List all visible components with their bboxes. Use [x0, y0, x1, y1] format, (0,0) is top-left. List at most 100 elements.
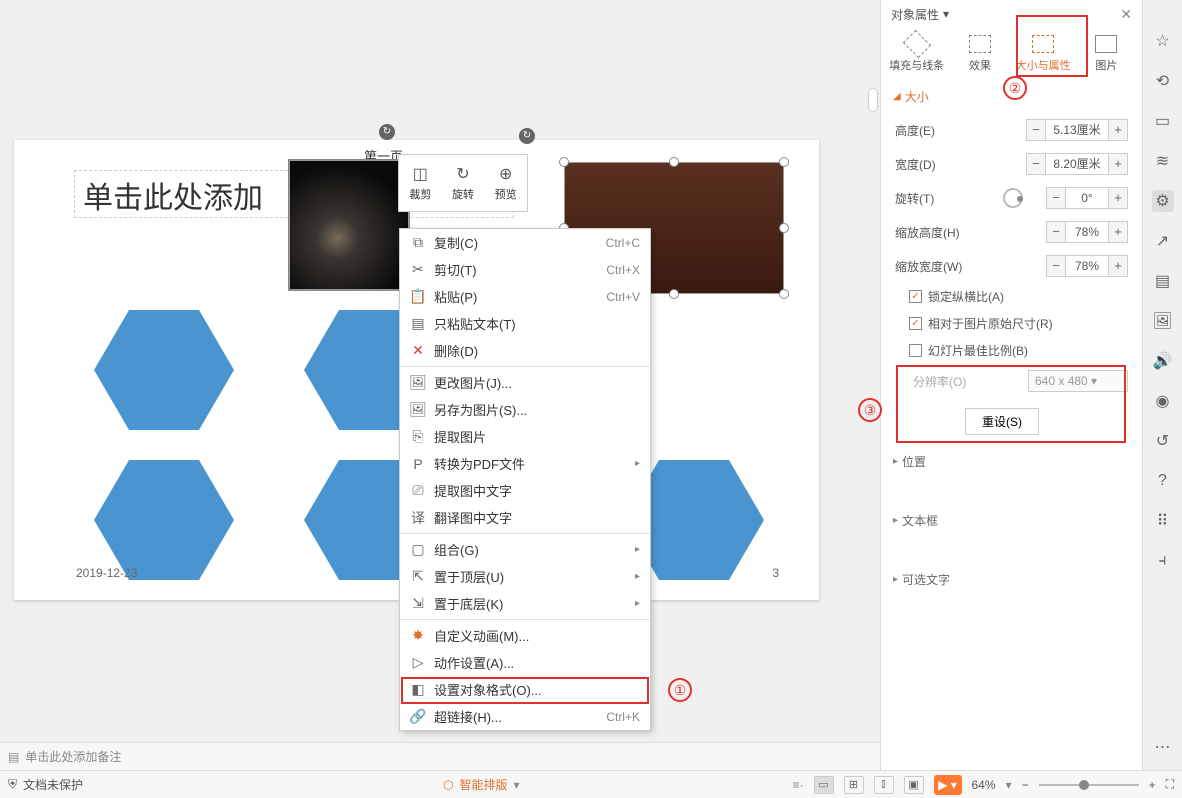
tab-picture[interactable]: 图片 — [1075, 35, 1137, 73]
height-value[interactable]: 5.13厘米 — [1046, 119, 1108, 141]
chart-icon[interactable]: ⫞ — [1152, 550, 1174, 572]
list-icon[interactable]: ≡· — [793, 778, 804, 792]
resize-handle[interactable] — [779, 157, 789, 167]
rotate-button[interactable]: ↻ 旋转 — [442, 155, 485, 211]
increase-button[interactable]: + — [1108, 255, 1128, 277]
ctx-save-as-picture[interactable]: 🖼另存为图片(S)... — [400, 396, 650, 423]
ctx-custom-animation[interactable]: ✸自定义动画(M)... — [400, 622, 650, 649]
annotation-1: ① — [668, 678, 692, 702]
preview-button[interactable]: ⊕ 预览 — [484, 155, 527, 211]
help-icon[interactable]: ? — [1152, 470, 1174, 492]
ctx-format-object[interactable]: ◧设置对象格式(O)... — [400, 676, 650, 703]
zoom-thumb[interactable] — [1079, 780, 1089, 790]
ctx-ocr[interactable]: ⎚提取图中文字 — [400, 477, 650, 504]
tab-size-properties[interactable]: 大小与属性 — [1012, 35, 1074, 73]
ctx-extract-picture[interactable]: ⎘提取图片 — [400, 423, 650, 450]
size-icon — [1032, 35, 1054, 53]
normal-view-button[interactable]: ▭ — [814, 776, 834, 794]
rotate-label: 旋转 — [452, 186, 474, 202]
increase-button[interactable]: + — [1108, 187, 1128, 209]
ctx-cut[interactable]: ✂剪切(T)Ctrl+X — [400, 256, 650, 283]
increase-button[interactable]: + — [1108, 119, 1128, 141]
submenu-arrow-icon: ▸ — [635, 571, 640, 582]
hexagon-shape[interactable] — [94, 310, 234, 430]
scale-h-value[interactable]: 78% — [1066, 221, 1108, 243]
resolution-select[interactable]: 640 x 480 ▾ — [1028, 370, 1128, 392]
select-icon[interactable]: ▭ — [1152, 110, 1174, 132]
width-value[interactable]: 8.20厘米 — [1046, 153, 1108, 175]
ctx-send-bottom[interactable]: ⇲置于底层(K)▸ — [400, 590, 650, 617]
ctx-action-settings[interactable]: ▷动作设置(A)... — [400, 649, 650, 676]
ctx-translate[interactable]: 译翻译图中文字 — [400, 504, 650, 531]
template-icon[interactable]: ▤ — [1152, 270, 1174, 292]
layers-icon[interactable]: ≋ — [1152, 150, 1174, 172]
decrease-button[interactable]: − — [1026, 119, 1046, 141]
more-icon[interactable]: ⋯ — [1152, 736, 1174, 758]
checkbox[interactable] — [909, 290, 922, 303]
export-icon[interactable]: ↗ — [1152, 230, 1174, 252]
image-icon[interactable]: 🖼 — [1152, 310, 1174, 332]
decrease-button[interactable]: − — [1046, 187, 1066, 209]
cloud-icon[interactable]: ⟲ — [1152, 70, 1174, 92]
ctx-paste-text[interactable]: ▤只粘贴文本(T) — [400, 310, 650, 337]
zoom-out-button[interactable]: − — [1022, 778, 1029, 792]
sorter-view-button[interactable]: ⊞ — [844, 776, 864, 794]
scale-w-value[interactable]: 78% — [1066, 255, 1108, 277]
rotation-dial[interactable] — [1003, 188, 1023, 208]
ctx-delete[interactable]: ✕删除(D) — [400, 337, 650, 364]
rotate-handle-icon[interactable]: ↻ — [379, 124, 395, 140]
slideshow-button[interactable]: ▶ ▾ — [934, 775, 962, 795]
tab-fill-line[interactable]: 填充与线条 — [886, 35, 948, 73]
section-position[interactable]: ▸位置 — [881, 445, 1142, 478]
zoom-value[interactable]: 64% — [972, 778, 996, 792]
resize-handle[interactable] — [669, 289, 679, 299]
selected-image-1[interactable] — [289, 160, 409, 290]
section-textbox[interactable]: ▸文本框 — [881, 504, 1142, 537]
shape-icon[interactable]: ◉ — [1152, 390, 1174, 412]
favorite-icon[interactable]: ☆ — [1152, 30, 1174, 52]
scale-h-spinner: − 78% + — [1046, 221, 1128, 243]
zoom-in-button[interactable]: + — [1149, 778, 1156, 792]
scroll-handle[interactable] — [868, 88, 878, 112]
increase-button[interactable]: + — [1108, 221, 1128, 243]
fit-button[interactable]: ⛶ — [1166, 777, 1174, 792]
smart-layout-button[interactable]: 智能排版 — [460, 776, 508, 793]
notes-bar[interactable]: ▤ 单击此处添加备注 — [0, 742, 880, 770]
decrease-button[interactable]: − — [1026, 153, 1046, 175]
zoom-slider[interactable] — [1039, 784, 1139, 786]
checkbox[interactable] — [909, 317, 922, 330]
resize-handle[interactable] — [779, 223, 789, 233]
increase-button[interactable]: + — [1108, 153, 1128, 175]
reading-view-button[interactable]: ⫾ — [874, 776, 894, 794]
crop-button[interactable]: ◫ 裁剪 — [399, 155, 442, 211]
sound-icon[interactable]: 🔊 — [1152, 350, 1174, 372]
resize-handle[interactable] — [559, 157, 569, 167]
check-best-scale[interactable]: 幻灯片最佳比例(B) — [881, 337, 1142, 364]
decrease-button[interactable]: − — [1046, 221, 1066, 243]
resize-handle[interactable] — [779, 289, 789, 299]
ctx-paste[interactable]: 📋粘贴(P)Ctrl+V — [400, 283, 650, 310]
ctx-hyperlink[interactable]: 🔗超链接(H)...Ctrl+K — [400, 703, 650, 730]
check-relative-original[interactable]: 相对于图片原始尺寸(R) — [881, 310, 1142, 337]
notes-view-button[interactable]: ▣ — [904, 776, 924, 794]
tab-effects[interactable]: 效果 — [949, 35, 1011, 73]
resize-handle[interactable] — [669, 157, 679, 167]
panel-close-icon[interactable]: ✕ — [1120, 6, 1132, 23]
ctx-to-pdf[interactable]: P转换为PDF文件▸ — [400, 450, 650, 477]
app-grid-icon[interactable]: ⠿ — [1152, 510, 1174, 532]
decrease-button[interactable]: − — [1046, 255, 1066, 277]
rotate-handle-icon[interactable]: ↻ — [519, 128, 535, 144]
rotation-value[interactable]: 0° — [1066, 187, 1108, 209]
check-lock-ratio[interactable]: 锁定纵横比(A) — [881, 283, 1142, 310]
history-icon[interactable]: ↺ — [1152, 430, 1174, 452]
ctx-group[interactable]: ▢组合(G)▸ — [400, 536, 650, 563]
hexagon-shape[interactable] — [94, 460, 234, 580]
ctx-change-picture[interactable]: 🖼更改图片(J)... — [400, 369, 650, 396]
properties-icon[interactable]: ⚙ — [1152, 190, 1174, 212]
checkbox[interactable] — [909, 344, 922, 357]
ctx-copy[interactable]: ⧉复制(C)Ctrl+C — [400, 229, 650, 256]
ctx-bring-top[interactable]: ⇱置于顶层(U)▸ — [400, 563, 650, 590]
reset-button[interactable]: 重设(S) — [965, 408, 1039, 435]
protect-status[interactable]: 文档未保护 — [23, 776, 83, 793]
section-alt-text[interactable]: ▸可选文字 — [881, 563, 1142, 596]
